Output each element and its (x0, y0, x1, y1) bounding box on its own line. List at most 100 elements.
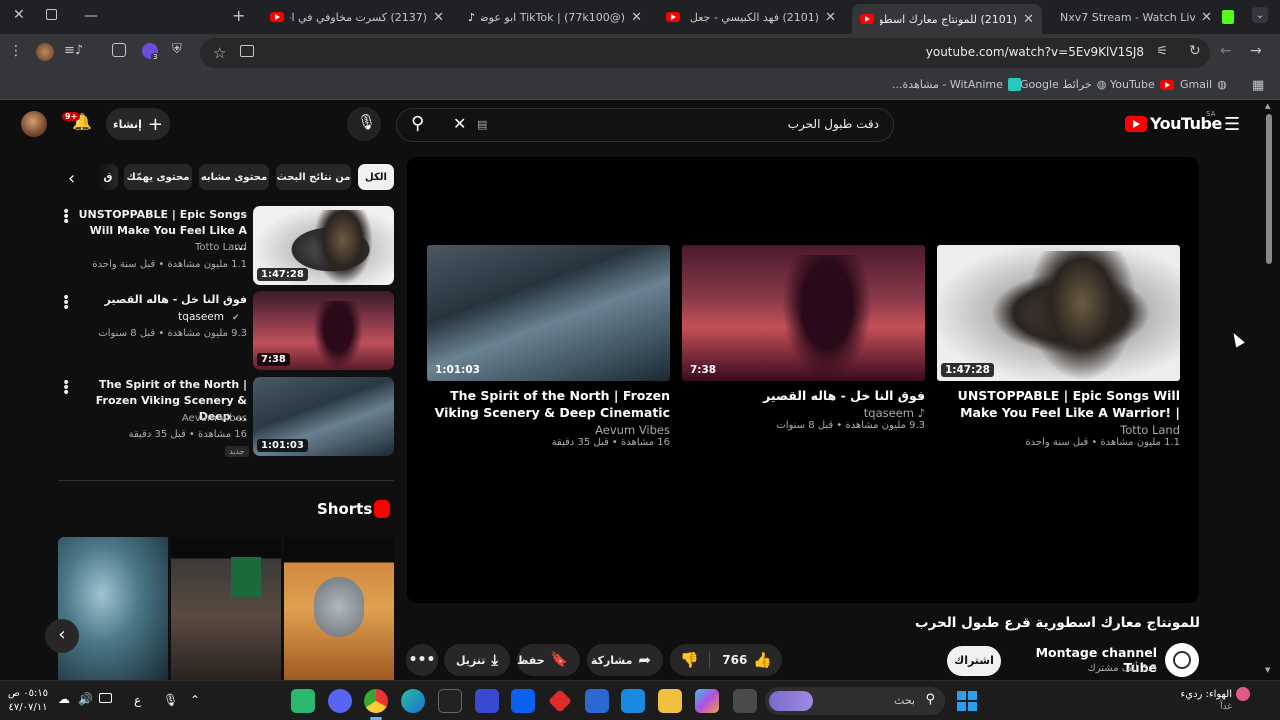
windows-start-icon[interactable] (957, 691, 977, 711)
weather-text[interactable]: الهواء: رديء (1150, 689, 1232, 700)
sidebar-channel[interactable]: tqaseem (100, 311, 224, 323)
media-control-icon[interactable]: ≡♪ (64, 43, 83, 58)
discord-icon[interactable] (328, 689, 352, 713)
shield-icon[interactable]: ⛨ (172, 42, 182, 57)
video-player-endscreen[interactable]: 1:47:28 UNSTOPPABLE | Epic Songs Will Ma… (407, 157, 1199, 603)
file-explorer-icon[interactable] (658, 689, 682, 713)
display-icon[interactable] (99, 693, 112, 703)
weather-icon[interactable] (1236, 687, 1250, 701)
extensions-icon[interactable] (112, 43, 126, 57)
tab-tiktok[interactable]: ✕ TikTok | (77k100@) ابو عوضه⭐ ♪ (460, 4, 650, 30)
chip-all[interactable]: الكل (358, 164, 394, 190)
reload-icon[interactable]: ↻ (1189, 43, 1201, 59)
close-tab-icon[interactable]: ✕ (1023, 12, 1034, 27)
apps-grid-icon[interactable]: ▦ (1252, 78, 1264, 93)
bookmark-star-icon[interactable]: ☆ (213, 44, 226, 62)
url-text[interactable]: youtube.com/watch?v=5Ev9KlV1SJ8 (926, 45, 1144, 59)
sidebar-thumbnail[interactable]: 1:47:28 (253, 206, 394, 285)
scroll-up-arrow[interactable]: ▲ (1265, 102, 1270, 110)
bookmark-witanime[interactable]: WitAnime - مشاهدة... (892, 78, 1021, 91)
restore-icon[interactable] (46, 9, 57, 20)
more-options-icon[interactable]: • • • (62, 291, 70, 315)
shorts-scroll-left-button[interactable]: ‹ (45, 619, 79, 653)
page-scrollbar[interactable]: ▲ ▼ (1264, 100, 1274, 680)
sidebar-video-title[interactable]: فوق النا خل - هاله القصير (77, 292, 247, 308)
scroll-down-arrow[interactable]: ▼ (1265, 666, 1270, 674)
sidebar-thumbnail[interactable]: 7:38 (253, 291, 394, 370)
end-card-channel[interactable]: Totto Land (937, 423, 1180, 437)
shorts-thumbnail[interactable] (284, 537, 394, 680)
more-options-icon[interactable]: • • • (62, 376, 70, 400)
app-green-icon[interactable] (291, 689, 315, 713)
profile-avatar[interactable] (36, 43, 54, 61)
end-card-thumbnail[interactable]: 1:01:03 (427, 245, 670, 381)
dislike-button[interactable]: 👎 (680, 651, 710, 669)
close-tab-icon[interactable]: ✕ (825, 10, 836, 25)
search-icon[interactable]: ⚲ (411, 113, 424, 134)
hamburger-menu-icon[interactable]: ☰ (1224, 114, 1240, 135)
menu-dots-icon[interactable]: ⋮ (9, 43, 23, 59)
end-screen-card[interactable]: 1:01:03 The Spirit of the North | Frozen… (427, 245, 670, 448)
scrollbar-thumb[interactable] (1266, 114, 1272, 264)
forward-icon[interactable]: → (1250, 43, 1262, 59)
app-red-icon[interactable] (548, 689, 572, 713)
search-input[interactable]: دقت طبول الحرب (788, 117, 879, 131)
volume-icon[interactable]: 🔊 (78, 692, 93, 706)
shorts-thumbnail[interactable] (58, 537, 168, 680)
chevron-left-icon[interactable]: ‹ (68, 168, 75, 189)
end-card-channel[interactable]: tqaseem ♪ (682, 406, 925, 420)
tab-nxv7[interactable]: ✕ Nxv7 Stream - Watch Live on Ki (1052, 4, 1220, 30)
tab-youtube-active[interactable]: ✕ (2101) للمونتاج معارك اسطورية (852, 4, 1042, 34)
edge-icon[interactable] (401, 689, 425, 713)
more-options-icon[interactable]: • • • (62, 205, 70, 229)
back-icon[interactable]: ← (1220, 43, 1232, 59)
epic-games-icon[interactable] (438, 689, 462, 713)
more-actions-button[interactable]: ••• (406, 644, 438, 676)
dropbox-icon[interactable] (511, 689, 535, 713)
site-settings-icon[interactable]: ⚟ (1156, 44, 1168, 59)
bookmark-gmail[interactable]: ◍ Gmail (1180, 78, 1227, 91)
tab-fahad[interactable]: ✕ (2101) فهد الكبيسي - جعل السحا (658, 4, 844, 30)
like-button[interactable]: 👍 766 (722, 651, 772, 669)
network-icon[interactable]: ☁ (58, 692, 70, 706)
chip-from-search[interactable]: من نتائج البحث (276, 164, 351, 190)
chip-for-you[interactable]: محتوى يهمّك (124, 164, 192, 190)
end-screen-card[interactable]: 1:47:28 UNSTOPPABLE | Epic Songs Will Ma… (937, 245, 1180, 448)
store-icon[interactable] (621, 689, 645, 713)
address-bar[interactable]: ☆ youtube.com/watch?v=5Ev9KlV1SJ8 ⚟ (200, 38, 1210, 68)
end-card-thumbnail[interactable]: 7:38 (682, 245, 925, 381)
chip-more[interactable]: ق (98, 164, 118, 190)
clock-date[interactable]: ٤٧/٠٧/١١ (6, 702, 50, 713)
subscribe-button[interactable]: اشتراك (947, 646, 1001, 676)
account-avatar[interactable] (21, 111, 47, 137)
taskbar-search[interactable]: ⚲ بحث (765, 687, 945, 715)
create-button[interactable]: إنشاء + (106, 108, 170, 140)
bookmark-youtube[interactable]: YouTube (1110, 78, 1174, 91)
close-tab-icon[interactable]: ✕ (1201, 10, 1212, 25)
install-app-icon[interactable] (240, 45, 254, 57)
tab-khatar[interactable]: ✕ (2137) كسرت مخاوفي في اخطر (262, 4, 452, 30)
task-view-icon[interactable] (733, 689, 757, 713)
clock-time[interactable]: ٠٥:١٥ ص (6, 688, 50, 699)
close-window-icon[interactable]: ✕ (13, 7, 25, 23)
chrome-icon[interactable] (364, 689, 388, 713)
end-card-title[interactable]: UNSTOPPABLE | Epic Songs Will Make You F… (937, 387, 1180, 421)
close-tab-icon[interactable]: ✕ (433, 10, 444, 25)
chip-related[interactable]: محتوى مشابه (199, 164, 269, 190)
sidebar-channel[interactable]: Totto Land (150, 242, 247, 253)
share-button[interactable]: ➦ مشاركة (587, 644, 663, 676)
tab-search-icon[interactable]: ⌄ (1252, 7, 1268, 23)
bookmark-google-maps[interactable]: ◍ خرائط Google (1020, 78, 1106, 91)
minimize-icon[interactable]: — (84, 8, 98, 24)
search-box[interactable]: دقت طبول الحرب ▤ ✕ ⚲ (396, 108, 894, 142)
sidebar-channel[interactable]: Aevum Vibes (150, 413, 247, 424)
end-card-title[interactable]: فوق النا خل - هاله القصير (682, 387, 925, 404)
download-button[interactable]: ⤓ تنزيل (444, 644, 510, 676)
microphone-icon[interactable]: 🎙 (163, 693, 178, 707)
shorts-thumbnail[interactable] (171, 537, 281, 680)
save-button[interactable]: 🔖 حفظ (517, 644, 580, 676)
app-blue-icon[interactable] (475, 689, 499, 713)
end-screen-card[interactable]: 7:38 فوق النا خل - هاله القصير tqaseem ♪… (682, 245, 925, 431)
keyboard-icon[interactable]: ▤ (477, 118, 487, 131)
sidebar-thumbnail[interactable]: 1:01:03 (253, 377, 394, 456)
